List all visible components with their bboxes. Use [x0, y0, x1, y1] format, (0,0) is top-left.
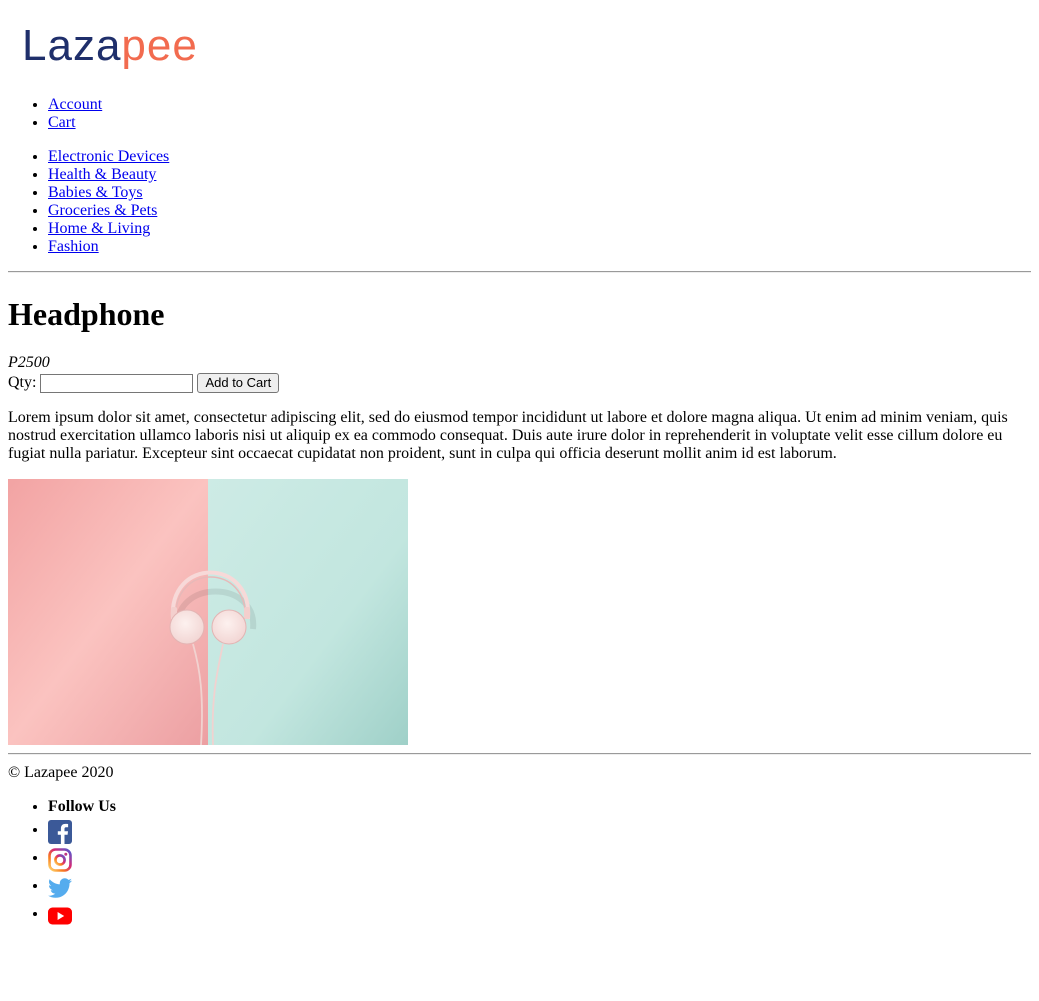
follow-us-label: Follow Us [48, 798, 116, 816]
category-link-fashion[interactable]: Fashion [48, 238, 99, 255]
social-item [48, 872, 116, 900]
facebook-icon[interactable] [48, 820, 72, 844]
logo-text-part-b: pee [121, 22, 197, 70]
logo[interactable]: Lazapee [22, 22, 198, 74]
account-nav-item: Cart [48, 114, 102, 132]
category-item: Groceries & Pets [48, 202, 169, 220]
qty-input[interactable] [40, 373, 194, 393]
category-link-electronic-devices[interactable]: Electronic Devices [48, 148, 169, 165]
category-link-home-living[interactable]: Home & Living [48, 220, 150, 237]
account-nav: Account Cart [8, 96, 102, 132]
logo-text-part-a: Laza [22, 22, 121, 70]
category-item: Home & Living [48, 220, 169, 238]
copyright-text: © Lazapee 2020 [8, 764, 114, 781]
add-to-cart-button[interactable]: Add to Cart [197, 373, 280, 393]
social-list: Follow Us [8, 798, 116, 928]
instagram-icon[interactable] [48, 848, 72, 872]
category-link-groceries-pets[interactable]: Groceries & Pets [48, 202, 157, 219]
social-item [48, 816, 116, 844]
header-divider [8, 271, 1031, 273]
category-item: Fashion [48, 238, 169, 256]
headphone-image [8, 479, 408, 745]
product-title: Headphone [8, 296, 165, 332]
product-price: P2500 [8, 354, 50, 371]
account-nav-item: Account [48, 96, 102, 114]
footer-divider [8, 753, 1031, 755]
twitter-icon[interactable] [48, 876, 72, 900]
account-link[interactable]: Account [48, 96, 102, 113]
logo-wordmark: Lazapee [22, 22, 198, 70]
category-item: Health & Beauty [48, 166, 169, 184]
category-link-health-beauty[interactable]: Health & Beauty [48, 166, 156, 183]
social-item [48, 844, 116, 872]
category-item: Electronic Devices [48, 148, 169, 166]
product-description: Lorem ipsum dolor sit amet, consectetur … [8, 409, 1008, 462]
cart-link[interactable]: Cart [48, 114, 76, 131]
add-to-cart-form: Qty: Add to Cart [8, 372, 280, 394]
category-item: Babies & Toys [48, 184, 169, 202]
social-item [48, 900, 116, 928]
category-nav: Electronic Devices Health & Beauty Babie… [8, 148, 169, 256]
category-link-babies-toys[interactable]: Babies & Toys [48, 184, 143, 201]
qty-label: Qty: [8, 374, 37, 391]
svg-text:Lazapee: Lazapee [22, 22, 198, 70]
youtube-icon[interactable] [48, 904, 72, 928]
